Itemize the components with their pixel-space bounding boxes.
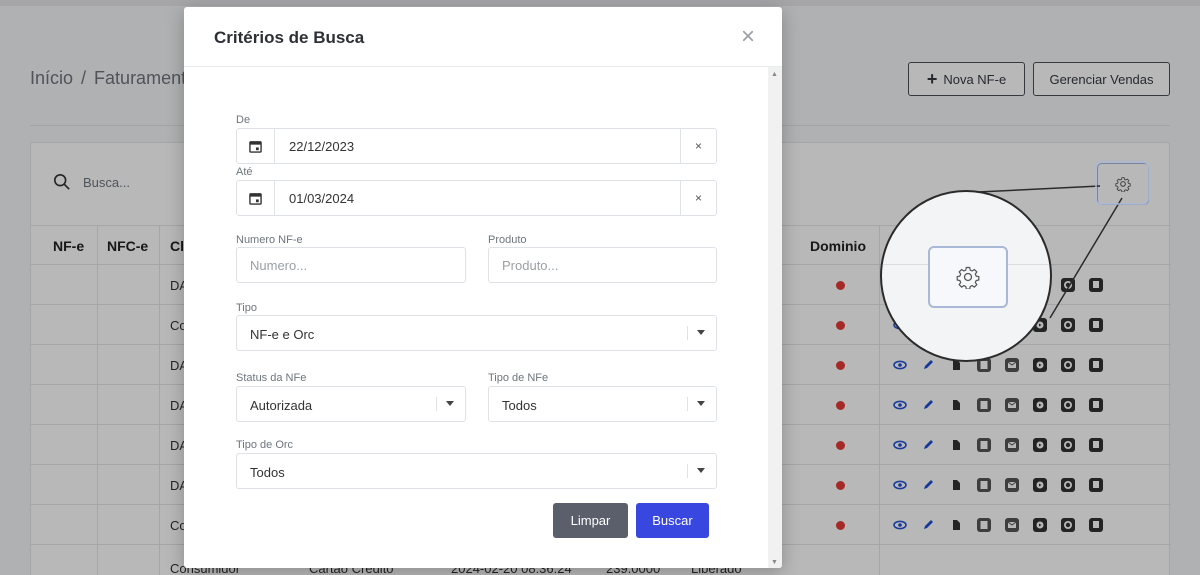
type-value: NF-e e Orc [250,327,315,342]
to-date-field[interactable]: 01/03/2024 × [236,180,717,216]
gear-icon [956,266,980,289]
nfe-type-label: Tipo de NFe [488,372,549,384]
orc-type-value: Todos [250,465,285,480]
scrollbar[interactable]: ▲ ▼ [768,67,782,568]
calendar-icon[interactable] [237,129,275,163]
from-date-value: 22/12/2023 [289,139,355,154]
chevron-down-icon [446,401,454,406]
calendar-icon[interactable] [237,181,275,215]
clear-icon[interactable]: × [680,181,716,215]
to-date-value: 01/03/2024 [289,191,355,206]
scroll-down-icon[interactable]: ▼ [771,559,778,566]
type-select[interactable]: NF-e e Orc [236,315,717,351]
clear-button[interactable]: Limpar [553,503,628,538]
settings-button-zoomed[interactable] [928,246,1008,308]
magnifier-callout [880,190,1052,362]
to-date-label: Até [236,166,253,178]
search-criteria-modal: Critérios de Busca × ▲ ▼ De 22/12/2023 ×… [184,7,782,568]
chevron-down-icon [697,468,705,473]
from-date-label: De [236,114,251,126]
orc-type-select[interactable]: Todos [236,453,717,489]
chevron-down-icon [697,330,705,335]
number-label: Numero NF-e [236,234,303,246]
chevron-down-icon [697,401,705,406]
product-input[interactable] [488,247,717,283]
from-date-field[interactable]: 22/12/2023 × [236,128,717,164]
scroll-up-icon[interactable]: ▲ [771,71,778,78]
nfe-type-value: Todos [502,398,537,413]
nfe-status-label: Status da NFe [236,372,307,384]
product-label: Produto [488,234,527,246]
nfe-type-select[interactable]: Todos [488,386,717,422]
select-divider [687,397,688,411]
select-divider [436,397,437,411]
search-button[interactable]: Buscar [636,503,709,538]
modal-title: Critérios de Busca [214,28,365,47]
nfe-status-select[interactable]: Autorizada [236,386,466,422]
type-label: Tipo [236,302,257,314]
clear-icon[interactable]: × [680,129,716,163]
orc-type-label: Tipo de Orc [236,439,294,451]
select-divider [687,326,688,340]
close-icon[interactable]: × [741,25,755,49]
number-input[interactable] [236,247,466,283]
select-divider [687,464,688,478]
nfe-status-value: Autorizada [250,398,313,413]
modal-header: Critérios de Busca × [184,7,782,67]
